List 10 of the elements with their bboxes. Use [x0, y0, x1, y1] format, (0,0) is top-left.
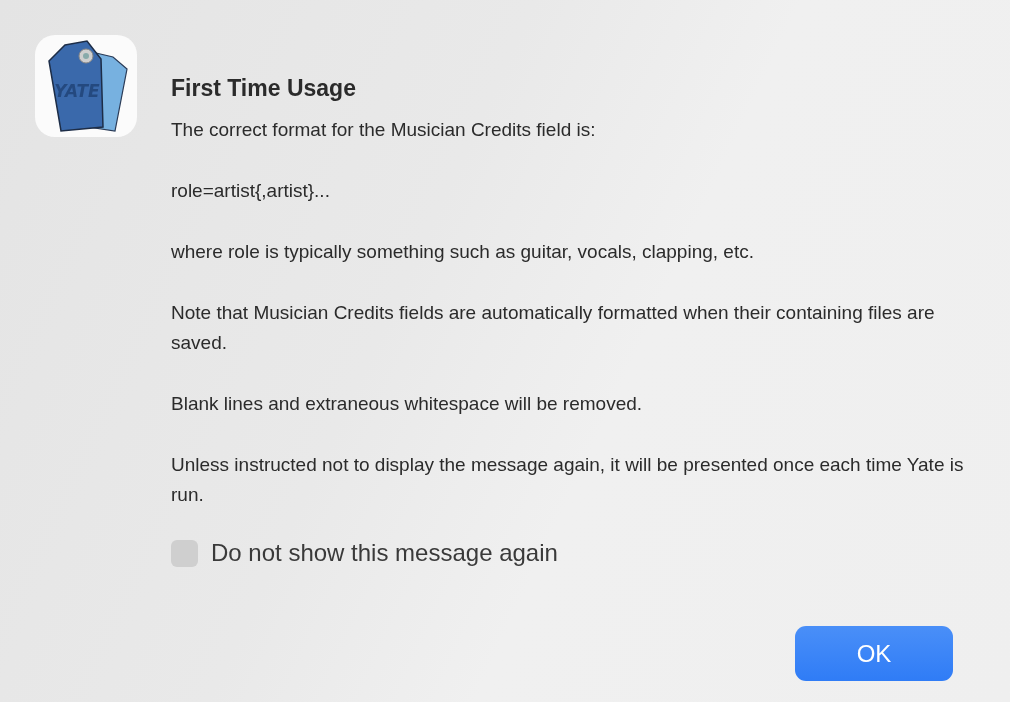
dialog-title: First Time Usage	[171, 74, 357, 103]
message-paragraph: Note that Musician Credits fields are automatically formatted when their containing files are saved.	[171, 301, 936, 355]
message-paragraph: role=artist{,artist}...	[171, 179, 331, 203]
message-paragraph: where role is typically something such as guitar, vocals, clapping, etc.	[171, 240, 755, 264]
message-paragraph: Unless instructed not to display the message again, it will be presented once each time Yate is run.	[171, 453, 965, 507]
message-paragraph: The correct format for the Musician Credits field is:	[171, 118, 597, 142]
message-paragraph: Blank lines and extraneous whitespace will be removed.	[171, 392, 644, 416]
checkbox-label: Do not show this message again	[211, 538, 558, 568]
ok-button[interactable]: OK	[795, 626, 953, 681]
checkbox[interactable]	[171, 539, 198, 567]
